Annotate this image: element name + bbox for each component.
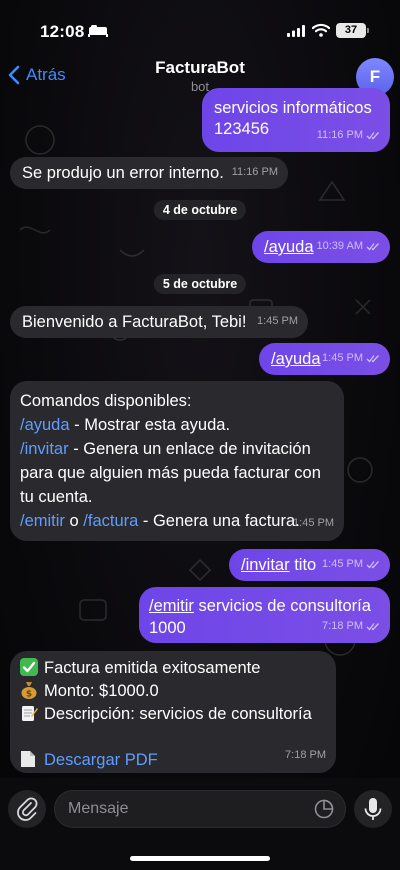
message-time: 1:45 PM [322, 352, 363, 364]
microphone-icon [364, 798, 382, 820]
command-link[interactable]: /emitir [149, 597, 194, 615]
command-argument: servicios de consultoría [193, 597, 371, 615]
command-description: tu cuenta. [20, 488, 93, 506]
read-receipt-icon [366, 622, 379, 630]
voice-message-button[interactable] [354, 790, 392, 828]
command-argument: tito [289, 556, 317, 574]
outgoing-message[interactable]: /emitir servicios de consultoría 1000 7:… [139, 587, 390, 643]
sticker-icon[interactable] [314, 799, 334, 819]
message-text: Bienvenido a FacturaBot, Tebi! [22, 313, 247, 331]
read-receipt-icon [366, 132, 379, 140]
read-receipt-icon [366, 355, 379, 363]
svg-text:$: $ [26, 690, 32, 700]
incoming-message[interactable]: Factura emitida exitosamente $ Monto: $1… [10, 651, 336, 773]
attach-button[interactable] [8, 790, 46, 828]
incoming-message[interactable]: Se produjo un error interno. 11:16 PM [10, 157, 288, 189]
message-time: 1:45 PM [257, 315, 298, 327]
status-bar: 12:08 37 [0, 0, 400, 52]
help-connector: o [64, 512, 84, 530]
command-link[interactable]: /invitar [241, 556, 290, 574]
command-link[interactable]: /ayuda [264, 238, 314, 256]
read-receipt-icon [366, 561, 379, 569]
message-time: 7:18 PM [322, 620, 363, 632]
invoice-line-description: Descripción: servicios de consultoría [20, 703, 326, 726]
sleep-mode-icon [88, 25, 108, 37]
message-time: 11:16 PM [231, 166, 278, 178]
message-time: 11:16 PM [316, 129, 363, 141]
outgoing-message[interactable]: /ayuda 10:39 AM [252, 231, 390, 263]
message-time: 10:39 AM [316, 240, 363, 252]
home-indicator [130, 856, 270, 861]
battery-tip [367, 28, 369, 33]
help-line-ayuda: /ayuda - Mostrar esta ayuda. [20, 413, 334, 437]
command-description: - Genera una factura. [138, 512, 300, 530]
wifi-icon [312, 23, 330, 37]
incoming-message[interactable]: Comandos disponibles: /ayuda - Mostrar e… [10, 381, 344, 541]
command-link-emitir[interactable]: /emitir [20, 512, 65, 530]
chat-screen: 12:08 37 Atrás FacturaBot bot F servicio… [0, 0, 400, 870]
message-composer [0, 778, 400, 870]
battery-level: 37 [336, 23, 366, 38]
check-mark-emoji-icon [20, 658, 38, 676]
message-text: Se produjo un error interno. [22, 164, 224, 182]
incoming-message[interactable]: Bienvenido a FacturaBot, Tebi! 1:45 PM [10, 306, 308, 338]
date-separator: 5 de octubre [153, 274, 247, 294]
invoice-line-status: Factura emitida exitosamente [20, 657, 326, 680]
command-description: - Genera un enlace de invitación [68, 440, 311, 458]
help-line-emitir: /emitir o /factura - Genera una factura. [20, 509, 334, 533]
cellular-signal-icon [287, 25, 305, 37]
money-bag-emoji-icon: $ [21, 682, 37, 700]
command-link-factura[interactable]: /factura [83, 512, 138, 530]
command-link[interactable]: /ayuda [271, 350, 321, 368]
message-time: 1:45 PM [322, 558, 363, 570]
message-input[interactable] [54, 790, 346, 828]
date-separator: 4 de octubre [153, 200, 247, 220]
chat-title[interactable]: FacturaBot [0, 58, 400, 78]
read-receipt-icon [366, 243, 379, 251]
invoice-line-amount: $ Monto: $1000.0 [20, 680, 326, 703]
outgoing-message[interactable]: /invitar tito 1:45 PM [229, 549, 390, 581]
memo-emoji-icon [22, 706, 38, 721]
command-description: para que alguien más pueda facturar con [20, 464, 321, 482]
command-description: - Mostrar esta ayuda. [69, 416, 231, 434]
command-link-invitar[interactable]: /invitar [20, 440, 69, 458]
download-pdf-link[interactable]: Descargar PDF [44, 751, 158, 769]
outgoing-message[interactable]: /ayuda 1:45 PM [259, 343, 390, 375]
command-link-ayuda[interactable]: /ayuda [20, 416, 70, 434]
status-time: 12:08 [40, 22, 85, 41]
message-time: 1:45 PM [293, 517, 334, 529]
paperclip-icon [17, 797, 38, 821]
document-emoji-icon [21, 751, 35, 767]
help-heading: Comandos disponibles: [20, 392, 192, 410]
help-line-invitar: /invitar - Genera un enlace de invitació… [20, 437, 334, 461]
message-time: 7:18 PM [285, 749, 326, 761]
invoice-line-download: Descargar PDF [20, 749, 326, 772]
outgoing-message[interactable]: servicios informáticos 123456 11:16 PM [202, 88, 390, 152]
